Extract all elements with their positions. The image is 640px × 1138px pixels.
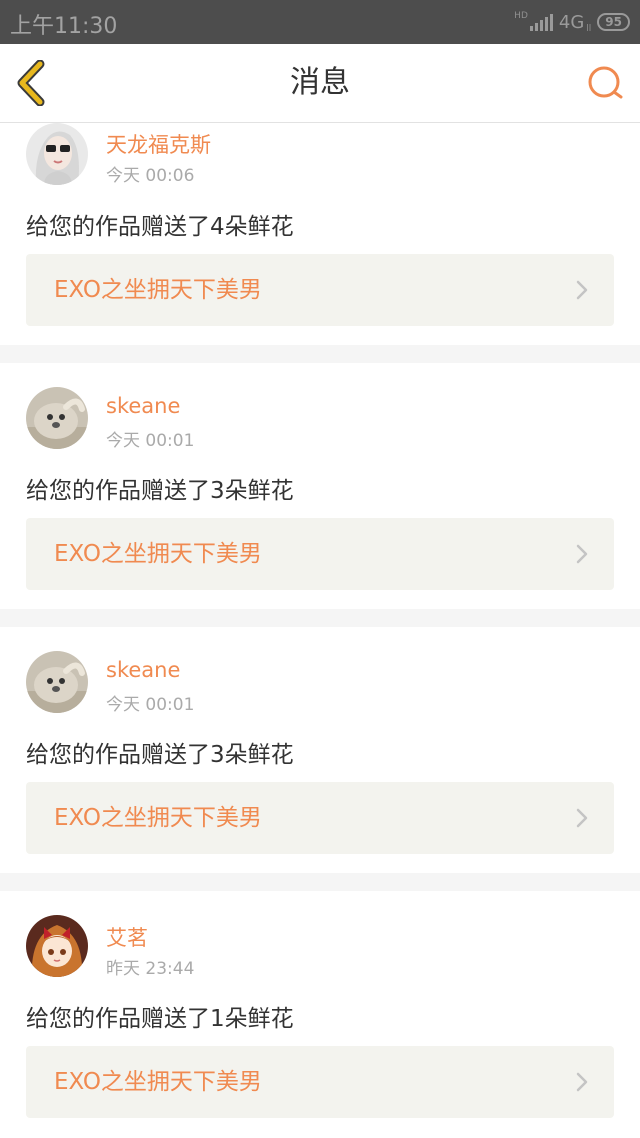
status-bar: 上午11:30 HD 4G ll 95 [0,0,640,44]
network-sub-label: ll [586,24,592,34]
chevron-right-icon [576,1072,588,1092]
page-title: 消息 [290,65,350,100]
nav-bar: 消息 [0,44,640,123]
message-time: 今天 00:01 [106,695,195,715]
work-link[interactable]: EXO之坐拥天下美男 [26,782,614,854]
signal-icon [529,13,553,31]
work-title: EXO之坐拥天下美男 [54,1069,262,1095]
status-time: 上午11:30 [10,14,118,39]
hd-label: HD [514,11,528,21]
avatar-image [26,651,88,713]
message-card: skeane 今天 00:01 给您的作品赠送了3朵鲜花 EXO之坐拥天下美男 [0,363,640,609]
status-icons: HD 4G ll 95 [514,10,630,34]
work-link[interactable]: EXO之坐拥天下美男 [26,518,614,590]
user-name[interactable]: 艾茗 [106,922,148,952]
chevron-right-icon [576,280,588,300]
avatar-image [26,123,88,185]
avatar-image [26,915,88,977]
user-name[interactable]: 天龙福克斯 [106,129,211,159]
message-card: skeane 今天 00:01 给您的作品赠送了3朵鲜花 EXO之坐拥天下美男 [0,627,640,873]
work-link[interactable]: EXO之坐拥天下美男 [26,1046,614,1118]
user-name[interactable]: skeane [106,658,180,682]
battery-icon: 95 [597,13,630,31]
message-card: 天龙福克斯 今天 00:06 给您的作品赠送了4朵鲜花 EXO之坐拥天下美男 [0,123,640,345]
message-card: 艾茗 昨天 23:44 给您的作品赠送了1朵鲜花 EXO之坐拥天下美男 [0,891,640,1138]
message-text: 给您的作品赠送了3朵鲜花 [26,742,294,768]
message-time: 今天 00:01 [106,431,195,451]
avatar[interactable] [26,387,88,449]
network-label: 4G [558,11,585,33]
chevron-right-icon [576,544,588,564]
search-button[interactable] [586,64,626,104]
message-text: 给您的作品赠送了1朵鲜花 [26,1006,294,1032]
message-text: 给您的作品赠送了4朵鲜花 [26,214,294,240]
avatar[interactable] [26,123,88,185]
message-time: 昨天 23:44 [106,959,195,979]
avatar[interactable] [26,651,88,713]
user-name[interactable]: skeane [106,394,180,418]
work-title: EXO之坐拥天下美男 [54,541,262,567]
avatar-image [26,387,88,449]
work-link[interactable]: EXO之坐拥天下美男 [26,254,614,326]
work-title: EXO之坐拥天下美男 [54,805,262,831]
search-icon [588,66,623,99]
chevron-right-icon [576,808,588,828]
message-time: 今天 00:06 [106,166,195,186]
work-title: EXO之坐拥天下美男 [54,277,262,303]
avatar[interactable] [26,915,88,977]
message-text: 给您的作品赠送了3朵鲜花 [26,478,294,504]
